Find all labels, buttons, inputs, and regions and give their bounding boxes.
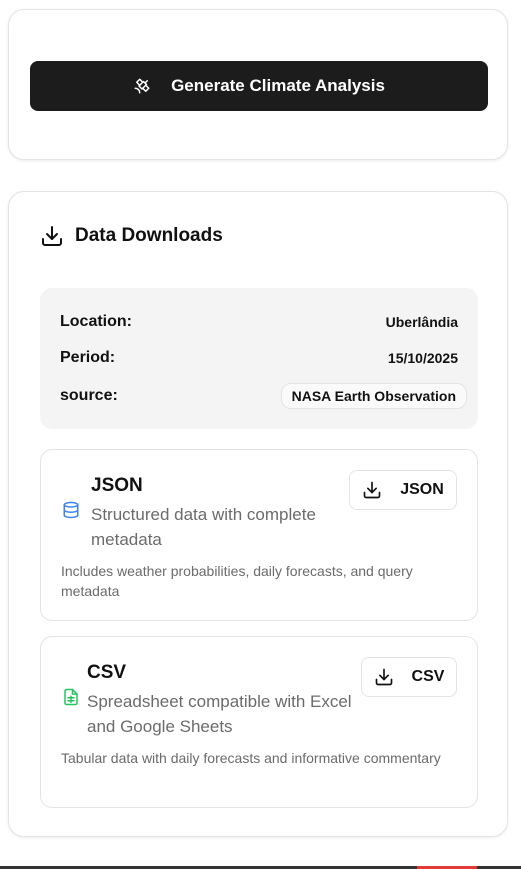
json-format-note: Includes weather probabilities, daily fo… (61, 563, 413, 599)
location-label: Location: (60, 313, 132, 330)
csv-format-description: Spreadsheet compatible with Excel and Go… (87, 692, 352, 736)
download-metadata-panel: Location: Uberlândia Period: 15/10/2025 … (40, 288, 478, 429)
downloads-title: Data Downloads (75, 225, 223, 246)
source-row: source: NASA Earth Observation (60, 383, 467, 409)
csv-format-note: Tabular data with daily forecasts and in… (61, 750, 441, 766)
csv-format-name: CSV (87, 662, 127, 683)
json-format-description: Structured data with complete metadata (91, 505, 316, 549)
download-csv-button[interactable]: CSV (361, 657, 457, 697)
generate-card: Generate Climate Analysis (8, 9, 508, 160)
period-label: Period: (60, 349, 116, 366)
downloads-header: Data Downloads (40, 224, 223, 248)
location-row: Location: Uberlândia (60, 313, 458, 331)
download-icon (362, 480, 382, 500)
download-csv-label: CSV (411, 668, 445, 685)
generate-button-label: Generate Climate Analysis (171, 76, 385, 95)
period-row: Period: 15/10/2025 (60, 349, 458, 367)
source-badge: NASA Earth Observation (280, 383, 467, 409)
location-value: Uberlândia (385, 314, 458, 330)
period-value: 15/10/2025 (387, 350, 458, 366)
download-json-label: JSON (400, 481, 444, 498)
generate-climate-analysis-button[interactable]: Generate Climate Analysis (30, 61, 488, 111)
source-label: source: (60, 387, 118, 404)
data-downloads-card: Data Downloads Location: Uberlândia Peri… (8, 191, 508, 837)
download-icon (40, 224, 64, 248)
download-icon (374, 667, 394, 687)
database-icon (62, 500, 80, 520)
satellite-icon (133, 77, 151, 95)
json-format-card: JSON Structured data with complete metad… (40, 449, 478, 621)
spreadsheet-file-icon (62, 687, 80, 707)
json-format-name: JSON (91, 475, 143, 496)
download-json-button[interactable]: JSON (349, 470, 457, 510)
csv-format-card: CSV Spreadsheet compatible with Excel an… (40, 636, 478, 808)
